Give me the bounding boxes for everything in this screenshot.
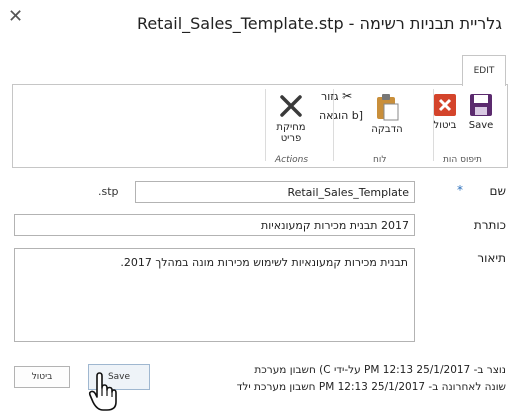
ribbon: Save ביטול תיפוס הות הדבקה ✂ גזור [b הוג… <box>12 84 508 168</box>
ribbon-delete-item-button[interactable]: מחיקת פריט <box>271 93 311 144</box>
created-info: נוצר ב- 25/1/2017 PM 12:13 על-ידי C) חשב… <box>254 364 506 376</box>
name-label: שם <box>489 184 506 198</box>
ribbon-paste-label: הדבקה <box>371 124 403 135</box>
ribbon-paste-button[interactable]: הדבקה <box>365 93 409 135</box>
ribbon-cancel-label: ביטול <box>433 120 457 131</box>
description-textarea[interactable]: תבנית מכירות קמעונאיות לשימוש מכירות מונ… <box>14 248 415 342</box>
actions-group-label: Actions <box>275 155 309 165</box>
title-label: כותרת <box>473 218 506 232</box>
name-suffix: .stp <box>98 185 119 198</box>
ribbon-delete-label-2: פריט <box>280 133 302 144</box>
scissors-icon: ✂ <box>342 89 353 103</box>
title-input[interactable] <box>14 214 415 236</box>
description-label: תיאור <box>477 251 506 265</box>
ribbon-cut-button[interactable]: ✂ גזור <box>321 89 352 103</box>
ribbon-save-button[interactable]: Save <box>463 93 499 131</box>
ribbon-copy-label: [b הוגאה <box>319 109 364 122</box>
save-icon <box>470 94 492 116</box>
dialog-title: גלריית תבניות רשימה - Retail_Sales_Templ… <box>136 14 502 33</box>
commit-group-label: תיפוס הות <box>443 155 482 165</box>
clipboard-group-label: לוח <box>373 155 387 165</box>
delete-x-icon <box>280 95 302 117</box>
paste-icon <box>377 94 399 121</box>
close-icon[interactable]: ✕ <box>8 6 23 27</box>
ribbon-save-label: Save <box>468 120 494 131</box>
ribbon-cut-label: גזור <box>321 90 339 103</box>
modified-info: שונה לאחרונה ב- 25/1/2017 PM 12:13 חשבון… <box>236 381 506 393</box>
ribbon-delete-label-1: מחיקת <box>276 122 306 133</box>
ribbon-cancel-button[interactable]: ביטול <box>427 93 463 131</box>
cancel-button[interactable]: ביטול <box>14 366 70 388</box>
required-mark: * <box>457 183 463 197</box>
tab-edit[interactable]: EDIT <box>462 55 506 86</box>
hand-cursor-icon <box>88 372 117 411</box>
ribbon-copy-button[interactable]: [b הוגאה <box>319 109 363 122</box>
cancel-icon <box>434 94 456 116</box>
name-input[interactable] <box>135 181 415 203</box>
